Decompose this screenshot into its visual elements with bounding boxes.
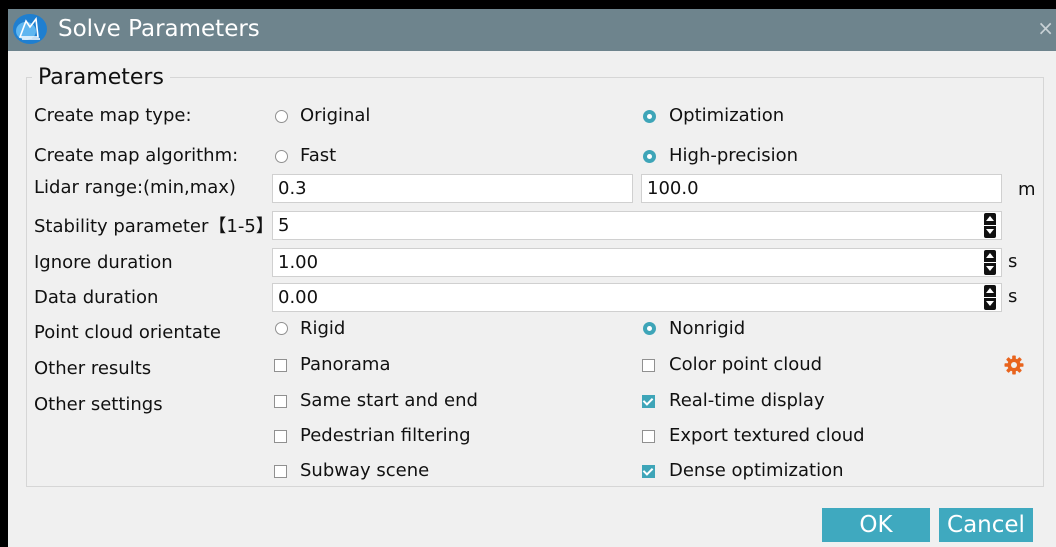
checkbox-pedestrian-filtering-label[interactable]: Pedestrian filtering <box>300 425 471 447</box>
checkbox-same-start-end-label[interactable]: Same start and end <box>300 390 478 412</box>
radio-optimization-label[interactable]: Optimization <box>669 105 784 127</box>
checkbox-pedestrian-filtering[interactable] <box>274 430 287 443</box>
radio-original[interactable] <box>275 110 288 123</box>
checkbox-same-start-end[interactable] <box>274 395 287 408</box>
app-icon <box>13 14 47 44</box>
other-results-label: Other results <box>34 358 152 379</box>
parameters-group-title: Parameters <box>32 65 170 91</box>
checkbox-subway-scene[interactable] <box>274 465 287 478</box>
data-duration-unit: s <box>1008 286 1018 307</box>
ignore-duration-label: Ignore duration <box>34 252 173 273</box>
lidar-range-unit: m <box>1018 179 1036 200</box>
checkbox-color-point-cloud[interactable] <box>642 359 655 372</box>
lidar-range-label: Lidar range:(min,max) <box>34 177 236 198</box>
checkbox-subway-scene-label[interactable]: Subway scene <box>300 460 429 482</box>
radio-nonrigid[interactable] <box>643 322 656 335</box>
orientation-label: Point cloud orientate <box>34 322 221 343</box>
radio-rigid[interactable] <box>275 322 288 335</box>
cancel-button[interactable]: Cancel <box>939 508 1033 542</box>
ignore-duration-spinner-arrows[interactable] <box>983 249 997 276</box>
map-type-label: Create map type: <box>34 105 192 126</box>
other-settings-label: Other settings <box>34 394 163 415</box>
stability-spinbox[interactable]: 5 <box>272 211 1002 240</box>
title-bar[interactable]: Solve Parameters × <box>8 9 1056 51</box>
gear-icon[interactable] <box>1004 355 1024 375</box>
stability-label: Stability parameter【1-5】 <box>34 216 274 237</box>
solve-parameters-dialog: Solve Parameters × Parameters Create map… <box>8 9 1056 547</box>
dialog-title: Solve Parameters <box>58 16 260 42</box>
checkbox-dense-optimization-label[interactable]: Dense optimization <box>669 460 844 482</box>
data-duration-label: Data duration <box>34 287 159 308</box>
data-duration-spinner-arrows[interactable] <box>983 284 997 311</box>
stability-spinner-arrows[interactable] <box>983 212 997 239</box>
checkbox-color-point-cloud-label[interactable]: Color point cloud <box>669 354 822 376</box>
ignore-duration-spinbox[interactable]: 1.00 <box>272 248 1002 277</box>
ok-button[interactable]: OK <box>822 508 930 542</box>
checkbox-real-time-display-label[interactable]: Real-time display <box>669 390 825 412</box>
checkbox-dense-optimization[interactable] <box>642 465 655 478</box>
parameters-group <box>26 77 1044 487</box>
checkbox-real-time-display[interactable] <box>642 395 655 408</box>
checkbox-panorama-label[interactable]: Panorama <box>300 354 391 376</box>
checkbox-panorama[interactable] <box>274 359 287 372</box>
close-icon[interactable]: × <box>1037 16 1054 40</box>
radio-high-precision[interactable] <box>643 150 656 163</box>
radio-high-precision-label[interactable]: High-precision <box>669 145 798 167</box>
checkbox-export-textured-cloud[interactable] <box>642 430 655 443</box>
radio-optimization[interactable] <box>643 110 656 123</box>
lidar-min-input[interactable]: 0.3 <box>272 174 633 203</box>
radio-nonrigid-label[interactable]: Nonrigid <box>669 318 745 340</box>
radio-rigid-label[interactable]: Rigid <box>300 318 345 340</box>
ignore-duration-unit: s <box>1008 251 1018 272</box>
radio-fast-label[interactable]: Fast <box>300 145 336 167</box>
map-algorithm-label: Create map algorithm: <box>34 145 239 166</box>
radio-original-label[interactable]: Original <box>300 105 370 127</box>
data-duration-spinbox[interactable]: 0.00 <box>272 283 1002 312</box>
checkbox-export-textured-cloud-label[interactable]: Export textured cloud <box>669 425 865 447</box>
lidar-max-input[interactable]: 100.0 <box>641 174 1002 203</box>
radio-fast[interactable] <box>275 150 288 163</box>
